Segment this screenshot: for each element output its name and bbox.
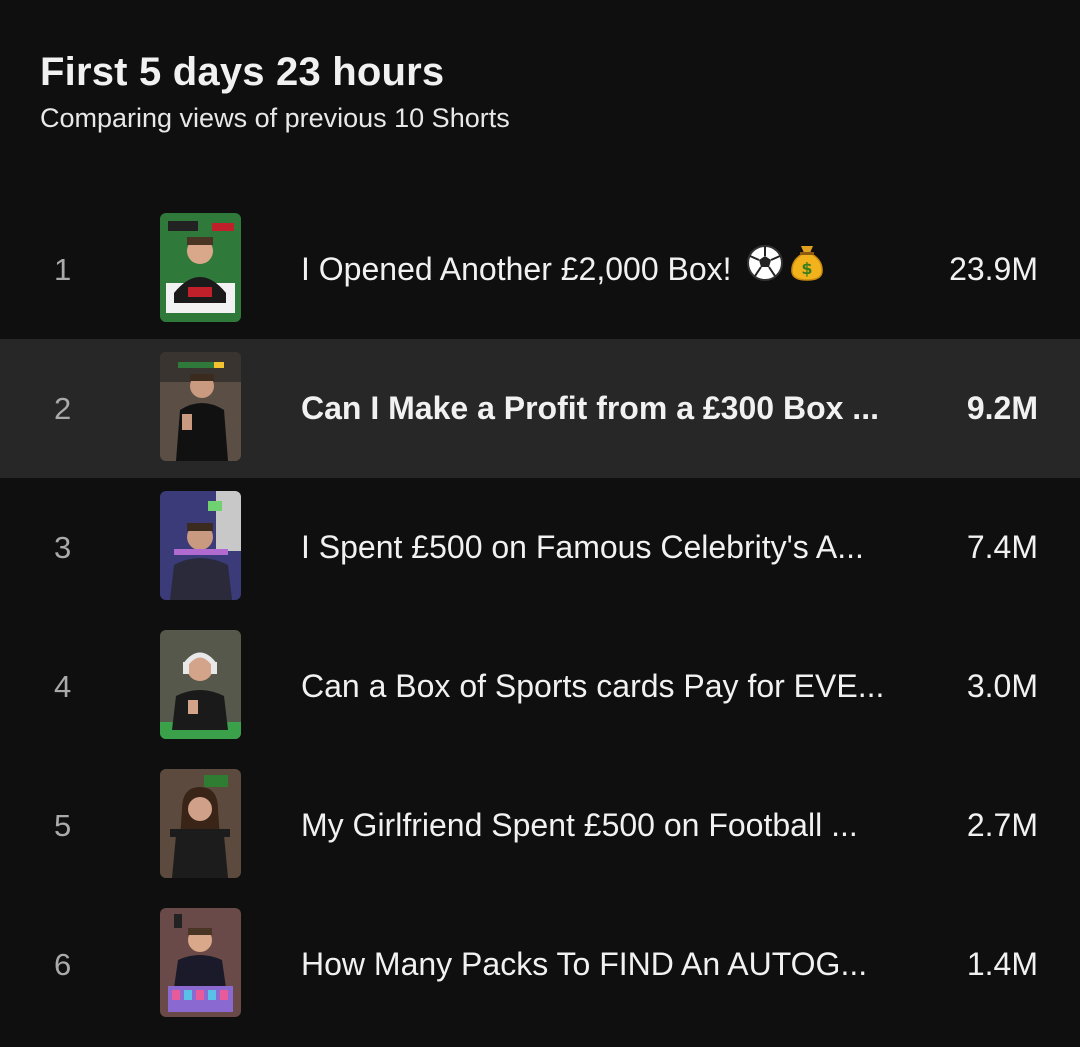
page-subtitle: Comparing views of previous 10 Shorts	[40, 103, 510, 133]
view-count: 23.9M	[949, 251, 1038, 287]
view-count: 3.0M	[966, 668, 1038, 704]
shorts-list: 1 I Opened Another £2,000 Box! $ 23.9M 2…	[0, 200, 1080, 1034]
soccer-ball-icon	[746, 202, 784, 339]
rank-number: 6	[54, 947, 72, 982]
short-thumbnail[interactable]	[160, 491, 241, 600]
svg-text:$: $	[802, 259, 813, 278]
view-count: 2.7M	[966, 807, 1038, 843]
short-title-text: I Opened Another £2,000 Box!	[301, 251, 732, 287]
view-count: 9.2M	[966, 390, 1038, 426]
rank-number: 3	[54, 530, 72, 565]
short-thumbnail[interactable]	[160, 630, 241, 739]
short-title[interactable]: Can I Make a Profit from a £300 Box ...	[301, 339, 911, 478]
short-title[interactable]: My Girlfriend Spent £500 on Football ...	[301, 756, 911, 895]
short-title[interactable]: Can a Box of Sports cards Pay for EVE...	[301, 617, 911, 756]
short-row-5[interactable]: 5 My Girlfriend Spent £500 on Football .…	[0, 756, 1080, 895]
short-thumbnail[interactable]	[160, 769, 241, 878]
short-title[interactable]: I Spent £500 on Famous Celebrity's A...	[301, 478, 911, 617]
rank-number: 1	[54, 252, 72, 287]
rank-number: 2	[54, 391, 72, 426]
short-thumbnail[interactable]	[160, 908, 241, 1017]
short-thumbnail[interactable]	[160, 213, 241, 322]
view-count: 7.4M	[966, 529, 1038, 565]
short-row-1[interactable]: 1 I Opened Another £2,000 Box! $ 23.9M	[0, 200, 1080, 339]
short-row-6[interactable]: 6 How Many Packs To FIND An AUTOG... 1.4…	[0, 895, 1080, 1034]
short-title[interactable]: How Many Packs To FIND An AUTOG...	[301, 895, 911, 1034]
short-row-4[interactable]: 4 Can a Box of Sports cards Pay for EVE.…	[0, 617, 1080, 756]
short-title[interactable]: I Opened Another £2,000 Box! $	[301, 200, 911, 339]
money-bag-icon: $	[788, 202, 826, 339]
short-row-3[interactable]: 3 I Spent £500 on Famous Celebrity's A..…	[0, 478, 1080, 617]
page-title: First 5 days 23 hours	[40, 50, 445, 94]
view-count: 1.4M	[966, 946, 1038, 982]
rank-number: 5	[54, 808, 72, 843]
header: First 5 days 23 hours Comparing views of…	[40, 46, 510, 136]
short-row-2[interactable]: 2 Can I Make a Profit from a £300 Box ..…	[0, 339, 1080, 478]
rank-number: 4	[54, 669, 72, 704]
short-thumbnail[interactable]	[160, 352, 241, 461]
